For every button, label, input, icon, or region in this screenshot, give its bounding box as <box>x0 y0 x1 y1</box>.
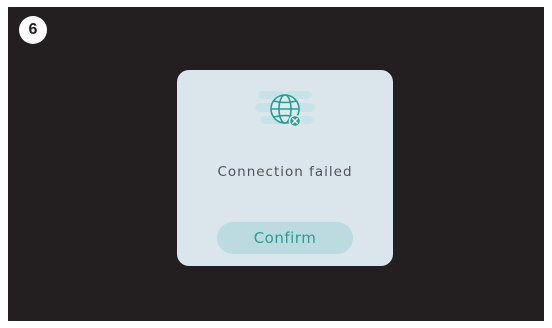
confirm-button[interactable]: Confirm <box>217 222 353 254</box>
connection-failed-dialog: Connection failed Confirm <box>177 70 393 266</box>
globe-disconnected-icon <box>253 86 317 134</box>
step-number-badge: 6 <box>19 16 47 44</box>
device-screen: 6 Connection failed Confirm <box>8 7 544 321</box>
error-message: Connection failed <box>217 164 353 180</box>
